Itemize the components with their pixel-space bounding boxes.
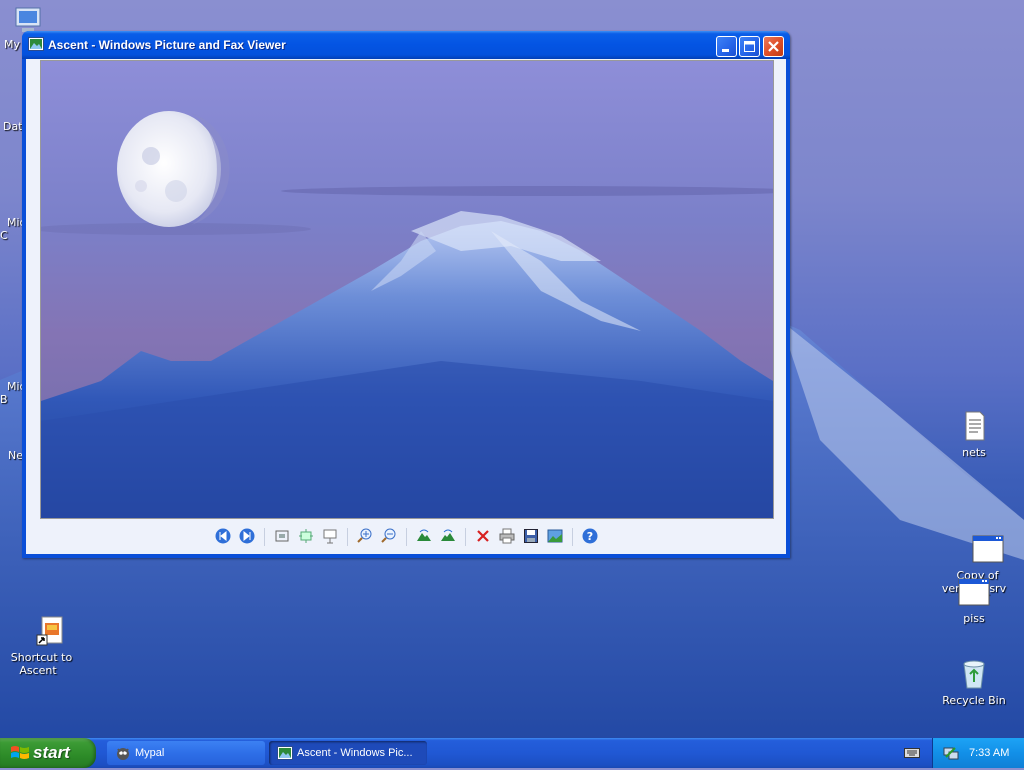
zoom-out-button[interactable]: [379, 527, 399, 547]
delete-icon: [475, 528, 491, 547]
taskbar-button-label: Ascent - Windows Pic...: [297, 747, 413, 759]
desktop-icon-shortcut-ascent[interactable]: Shortcut to Ascent: [0, 576, 76, 677]
windows-logo-icon: [10, 744, 30, 762]
save-button[interactable]: [521, 527, 541, 547]
desktop-icon-label: Recycle Bin: [942, 694, 1006, 707]
desktop-icon-label: Dat: [3, 120, 23, 133]
help-icon: ?: [582, 528, 598, 547]
previous-image-icon: [215, 528, 231, 547]
toolbar-separator: [571, 528, 573, 546]
print-button[interactable]: [497, 527, 517, 547]
rotate-clockwise-icon: [416, 528, 432, 547]
shortcut-image-icon: [22, 602, 63, 646]
maximize-button[interactable]: [739, 36, 760, 57]
viewer-toolbar: ?: [26, 524, 786, 550]
toolbar-separator: [263, 528, 265, 546]
toolbar-separator: [405, 528, 407, 546]
desktop-icon-label: piss: [963, 612, 985, 625]
close-button[interactable]: [763, 36, 784, 57]
text-file-icon: [958, 410, 990, 442]
edit-icon: [547, 528, 563, 547]
actual-size-button[interactable]: [296, 527, 316, 547]
keyboard-icon[interactable]: [904, 746, 920, 760]
next-image-button[interactable]: [237, 527, 257, 547]
desktop-icon-nets[interactable]: nets: [936, 410, 1012, 459]
window-app-icon: [958, 576, 990, 608]
zoom-out-icon: [380, 528, 397, 547]
slideshow-button[interactable]: [320, 527, 340, 547]
previous-image-button[interactable]: [213, 527, 233, 547]
desktop-icon-label: My: [4, 38, 21, 51]
zoom-in-button[interactable]: [355, 527, 375, 547]
picture-viewer-window: Ascent - Windows Picture and Fax Viewer: [22, 31, 790, 558]
taskbar: start Mypal Ascent - Windows Pic... 7:33…: [0, 738, 1024, 768]
best-fit-button[interactable]: [272, 527, 292, 547]
picture-viewer-icon: [277, 745, 293, 761]
picture-viewer-icon: [28, 37, 44, 51]
window-client-area: ?: [26, 59, 786, 554]
window-app-icon: [958, 520, 1004, 563]
recycle-bin-icon: [958, 658, 990, 690]
minimize-button[interactable]: [716, 36, 737, 57]
desktop-icon-label: Ne: [8, 449, 23, 462]
slideshow-icon: [322, 528, 338, 547]
best-fit-icon: [274, 528, 290, 547]
mypal-icon: [115, 745, 131, 761]
title-bar[interactable]: Ascent - Windows Picture and Fax Viewer: [22, 31, 790, 59]
system-tray: 7:33 AM: [932, 738, 1024, 768]
help-button[interactable]: ?: [580, 527, 600, 547]
start-label: start: [33, 743, 70, 762]
desktop-icon-label: Shortcut to Ascent: [10, 651, 73, 677]
rotate-clockwise-button[interactable]: [414, 527, 434, 547]
clock: 7:33 AM: [969, 747, 1010, 759]
displayed-image: [40, 60, 774, 519]
taskbar-button-mypal[interactable]: Mypal: [107, 741, 265, 765]
moon: [117, 111, 230, 227]
next-image-icon: [239, 528, 255, 547]
toolbar-separator: [464, 528, 466, 546]
zoom-in-icon: [356, 528, 373, 547]
delete-button[interactable]: [473, 527, 493, 547]
toolbar-separator: [346, 528, 348, 546]
edit-button[interactable]: [545, 527, 565, 547]
rotate-counterclockwise-button[interactable]: [438, 527, 458, 547]
rotate-counterclockwise-icon: [440, 528, 456, 547]
svg-text:?: ?: [586, 530, 592, 543]
actual-size-icon: [298, 528, 314, 547]
window-title: Ascent - Windows Picture and Fax Viewer: [48, 38, 286, 52]
print-icon: [499, 528, 515, 547]
network-tray-icon[interactable]: [943, 745, 959, 761]
taskbar-button-label: Mypal: [135, 747, 165, 759]
desktop-icon-piss[interactable]: piss: [936, 576, 1012, 625]
desktop-icon-label: nets: [962, 446, 986, 459]
start-button[interactable]: start: [0, 738, 96, 768]
desktop-icon-recycle-bin[interactable]: Recycle Bin: [936, 658, 1012, 707]
save-icon: [523, 528, 539, 547]
taskbar-button-picture-viewer[interactable]: Ascent - Windows Pic...: [269, 741, 427, 765]
